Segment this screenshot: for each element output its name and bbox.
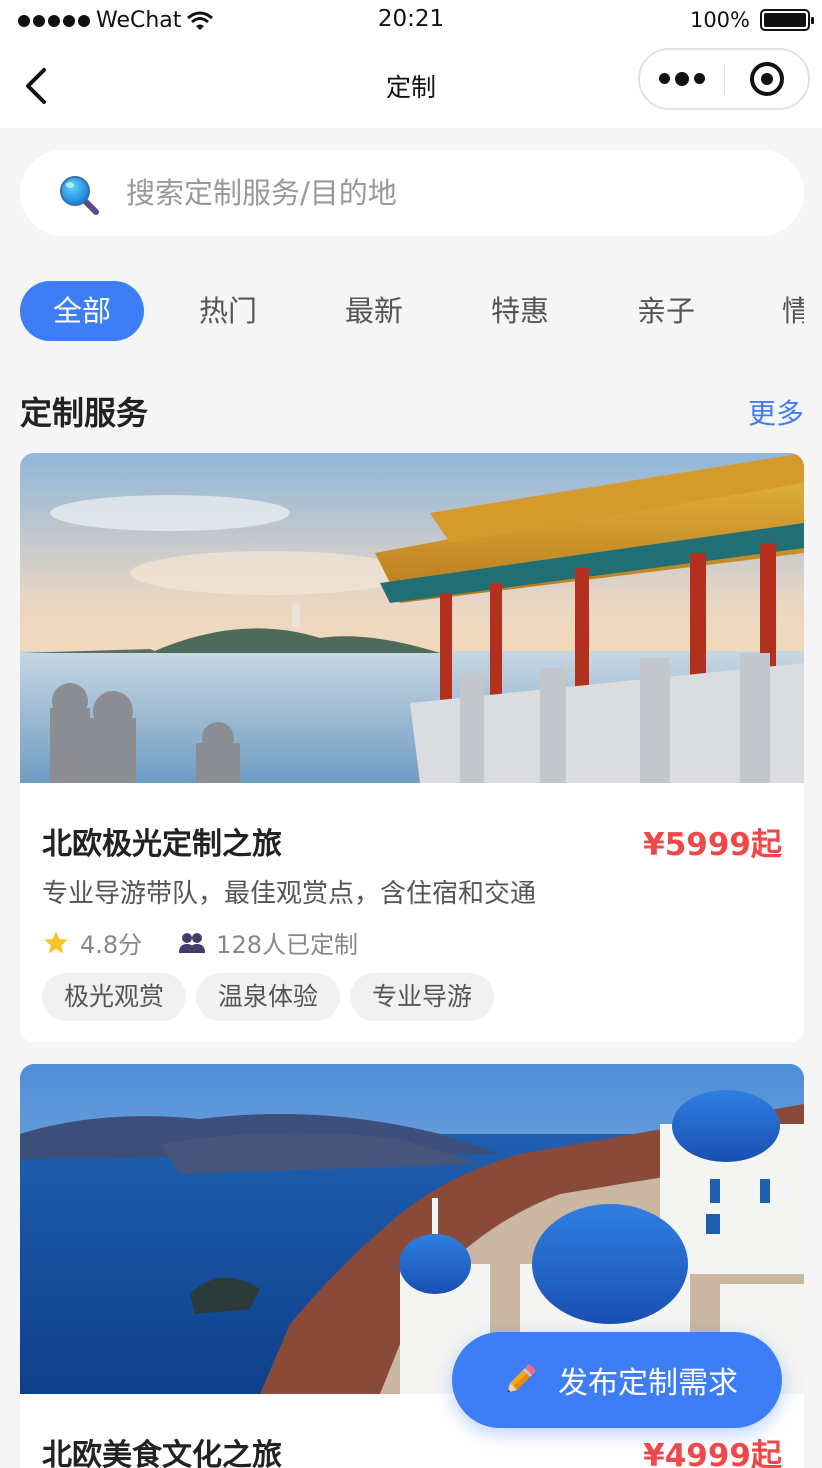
tab-partial[interactable]: 情 <box>750 281 804 341</box>
card-image-palace[interactable] <box>20 453 804 783</box>
section-title: 定制服务 <box>20 394 149 432</box>
rating-value: 4.8分 <box>80 931 143 959</box>
tag[interactable]: 专业导游 <box>350 973 495 1021</box>
card-price: ¥5999起 <box>643 827 782 863</box>
more-link[interactable]: 更多 <box>748 392 804 432</box>
card-meta: 4.8分 128人已定制 <box>42 925 394 960</box>
tag-list: 极光观赏 温泉体验 专业导游 <box>42 973 495 1021</box>
search-bar[interactable] <box>20 150 804 236</box>
battery-group: 100% <box>689 8 814 32</box>
tab-hot[interactable]: 热门 <box>166 281 290 341</box>
publish-request-button[interactable]: 发布定制需求 <box>452 1332 782 1428</box>
tab-deals[interactable]: 特惠 <box>458 281 582 341</box>
tab-all[interactable]: 全部 <box>20 281 144 341</box>
customized-count: 128人已定制 <box>178 925 358 960</box>
customized-text: 128人已定制 <box>216 931 358 959</box>
category-tabs: 全部 热门 最新 特惠 亲子 情 <box>20 281 804 343</box>
tab-latest[interactable]: 最新 <box>312 281 436 341</box>
tag[interactable]: 温泉体验 <box>196 973 341 1021</box>
status-bar: WeChat 20:21 100% <box>0 0 822 44</box>
card-price: ¥4999起 <box>643 1438 782 1468</box>
pencil-icon <box>507 1364 536 1393</box>
close-circle-icon[interactable] <box>725 62 808 96</box>
rating: 4.8分 <box>42 925 142 960</box>
star-icon <box>44 930 68 953</box>
battery-percent: 100% <box>689 8 750 32</box>
nav-bar: 定制 <box>0 44 822 128</box>
search-icon <box>60 176 99 215</box>
search-input[interactable] <box>126 172 766 214</box>
more-dots-icon[interactable] <box>640 71 724 86</box>
battery-icon <box>760 9 814 31</box>
card-description: 专业导游带队，最佳观赏点，含住宿和交通 <box>42 879 537 909</box>
service-card[interactable]: 北欧极光定制之旅 ¥5999起 专业导游带队，最佳观赏点，含住宿和交通 4.8分… <box>20 453 804 1042</box>
tag[interactable]: 极光观赏 <box>42 973 187 1021</box>
card-title: 北欧极光定制之旅 <box>42 827 282 862</box>
tab-family[interactable]: 亲子 <box>604 281 728 341</box>
miniprogram-capsule <box>638 48 810 110</box>
publish-request-label: 发布定制需求 <box>558 1366 738 1401</box>
people-icon <box>179 932 206 953</box>
card-title: 北欧美食文化之旅 <box>42 1438 282 1468</box>
